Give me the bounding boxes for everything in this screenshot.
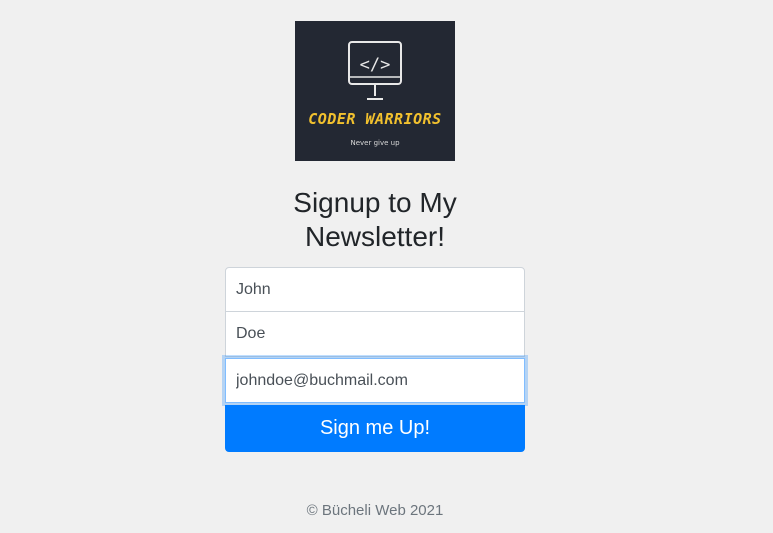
logo-tagline: Never give up (350, 139, 400, 147)
logo-title: CODER WARRIORS (308, 110, 442, 128)
email-input[interactable] (225, 358, 525, 403)
svg-text:</>: </> (360, 55, 391, 75)
last-name-input[interactable] (225, 312, 525, 357)
sign-up-button[interactable]: Sign me Up! (225, 405, 525, 452)
footer-copyright: © Bücheli Web 2021 (306, 502, 444, 519)
page-title: Signup to My Newsletter! (293, 187, 457, 252)
first-name-input[interactable] (225, 267, 525, 312)
newsletter-signup-form: Sign me Up! (225, 267, 525, 452)
signup-page: </> CODER WARRIORS Never give up Signup … (0, 0, 773, 533)
coder-warriors-logo: </> CODER WARRIORS Never give up (295, 21, 455, 161)
